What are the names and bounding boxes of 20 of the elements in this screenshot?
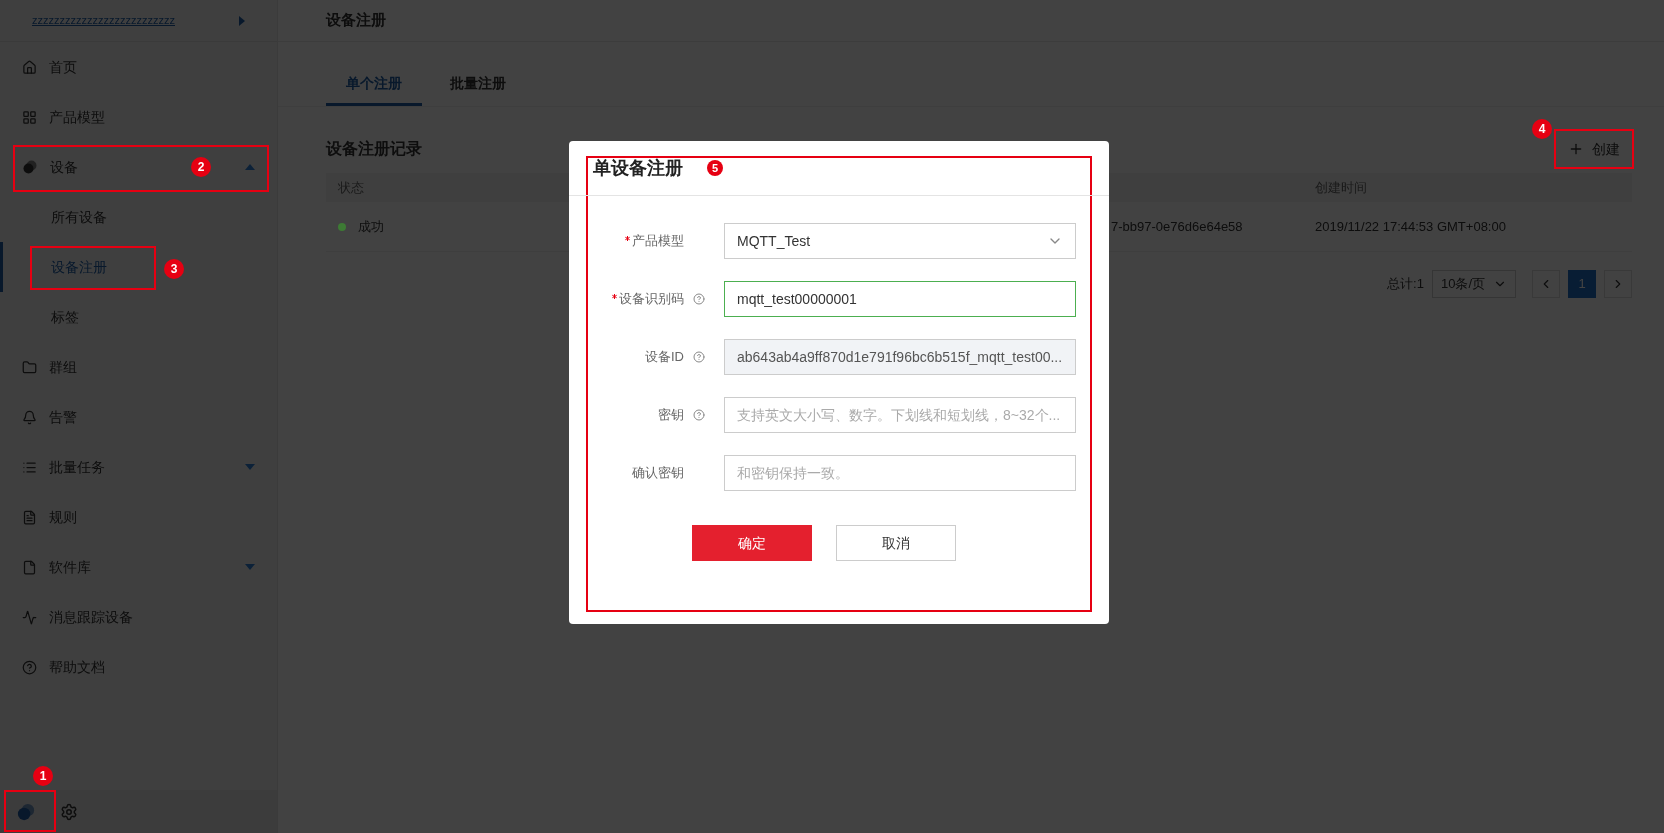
step-marker: 5	[707, 160, 723, 176]
input-field[interactable]: 和密钥保持一致。	[724, 455, 1076, 491]
field-label: 密钥	[658, 406, 684, 425]
input-field[interactable]: mqtt_test00000001	[724, 281, 1076, 317]
required-icon	[625, 235, 630, 241]
select-field[interactable]: MQTT_Test	[724, 223, 1076, 259]
field-label: 产品模型	[632, 232, 684, 251]
help-icon[interactable]	[693, 409, 705, 421]
field-label: 设备识别码	[619, 290, 684, 309]
input-field[interactable]: 支持英文大小写、数字。下划线和短划线，8~32个...	[724, 397, 1076, 433]
cancel-button[interactable]: 取消	[836, 525, 956, 561]
input-field[interactable]: ab643ab4a9ff870d1e791f96bc6b515f_mqtt_test00...	[724, 339, 1076, 375]
required-icon	[612, 293, 617, 299]
field-label: 确认密钥	[632, 464, 684, 483]
field-label: 设备ID	[645, 348, 684, 367]
confirm-button[interactable]: 确定	[692, 525, 812, 561]
dialog-title: 单设备注册	[593, 156, 683, 180]
help-icon[interactable]	[693, 351, 705, 363]
callout-frame	[4, 790, 56, 832]
help-icon[interactable]	[693, 293, 705, 305]
